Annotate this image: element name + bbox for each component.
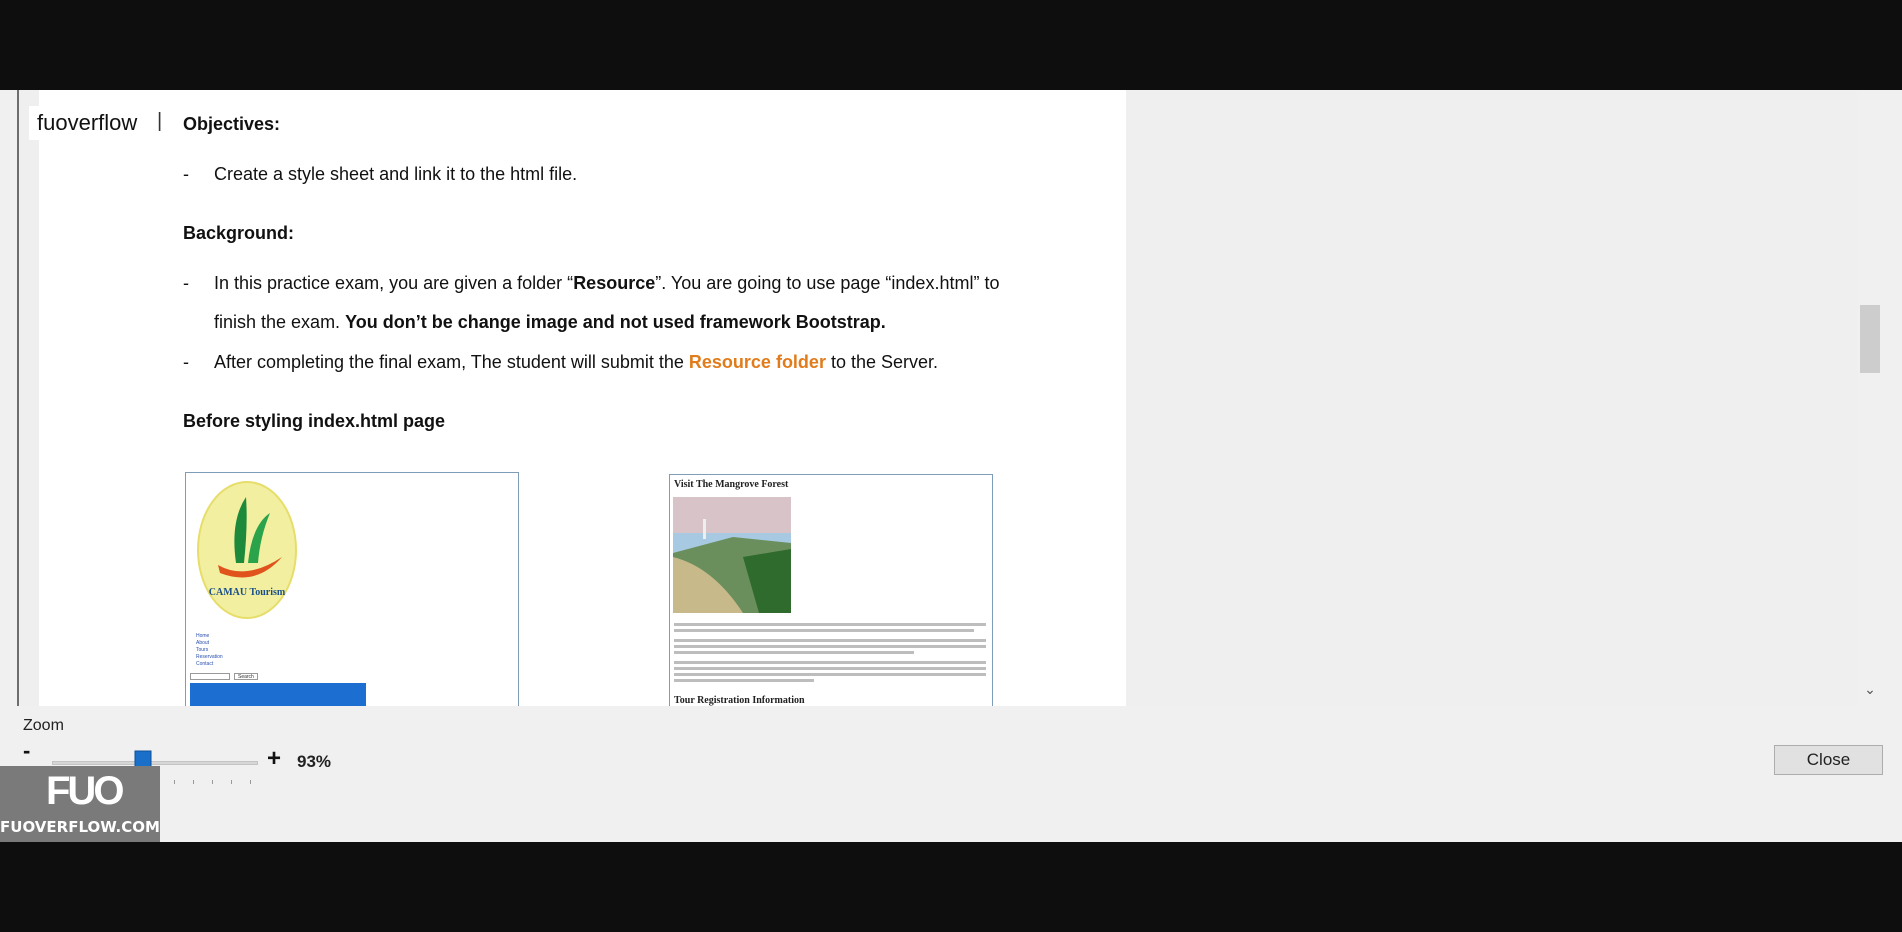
preview-paragraph-line: [674, 651, 914, 654]
zoom-in-button[interactable]: +: [267, 747, 281, 771]
preview-nav-item: Reservation: [196, 654, 223, 660]
text-span: ”. You are going to use page “index.html…: [655, 273, 1000, 293]
preview-title: Visit The Mangrove Forest: [674, 479, 789, 490]
objective-text: Create a style sheet and link it to the …: [214, 164, 578, 184]
letterbox-top: [0, 0, 1902, 90]
list-dash: -: [183, 164, 189, 184]
zoom-value: 93%: [297, 752, 332, 771]
zoom-tick: [174, 780, 175, 784]
preview-subtitle: Tour Registration Information: [674, 695, 805, 706]
bootstrap-warning: You don’t be change image and not used f…: [345, 312, 886, 332]
zoom-tick: [212, 780, 213, 784]
preview-paragraph-line: [674, 639, 986, 642]
preview-paragraph-line: [674, 645, 986, 648]
camau-tourism-logo: CAMAU Tourism: [197, 481, 297, 619]
letterbox-bottom: [0, 842, 1902, 932]
logo-caption: CAMAU Tourism: [209, 587, 286, 598]
scroll-down-icon[interactable]: ⌄: [1861, 680, 1879, 698]
fuo-site: FUOVERFLOW.COM: [0, 818, 160, 836]
objectives-heading: Objectives:: [183, 114, 281, 134]
preview-paragraph-line: [674, 623, 986, 626]
preview-paragraph-line: [674, 679, 814, 682]
vertical-scrollbar[interactable]: ⌄: [1857, 90, 1882, 706]
zoom-out-button[interactable]: -: [23, 738, 30, 764]
preview-paragraph-line: [674, 667, 986, 670]
background-item-1-text: In this practice exam, you are given a f…: [214, 273, 999, 294]
zoom-tick: [193, 780, 194, 784]
zoom-label: Zoom: [23, 717, 64, 734]
preview-paragraph-line: [674, 629, 974, 632]
list-dash: -: [183, 352, 189, 372]
preview-paragraph-line: [674, 673, 986, 676]
preview-index-left: CAMAU Tourism Home About Tours Reservati…: [185, 472, 519, 706]
watermark-separator: |: [157, 110, 163, 132]
document-page: Objectives: - Create a style sheet and l…: [39, 90, 1126, 706]
list-dash: -: [183, 273, 189, 293]
before-styling-heading: Before styling index.html page: [183, 411, 446, 431]
text-span: In this practice exam, you are given a f…: [214, 273, 574, 293]
preview-nav-item: About: [196, 640, 210, 646]
exam-viewer-window: Objectives: - Create a style sheet and l…: [0, 90, 1902, 842]
watermark-brand: fuoverflow: [29, 106, 146, 140]
resource-folder-highlight: Resource folder: [688, 352, 826, 372]
zoom-tick: [250, 780, 251, 784]
preview-paragraph-line: [674, 661, 986, 664]
zoom-tick: [231, 780, 232, 784]
fuoverflow-logo: FUO FUOVERFLOW.COM: [0, 766, 160, 842]
preview-index-right: Visit The Mangrove Forest Tour Registrat…: [669, 474, 993, 706]
background-item-2-text: After completing the final exam, The stu…: [214, 352, 938, 373]
preview-nav-item: Tours: [196, 647, 209, 653]
preview-search-input: [190, 673, 230, 680]
preview-nav-item: Home: [196, 633, 210, 639]
mangrove-photo: [673, 497, 791, 613]
preview-nav: Home About Tours Reservation Contact: [196, 633, 223, 668]
resource-bold: Resource: [573, 273, 656, 293]
text-span: finish the exam.: [214, 312, 346, 332]
preview-search-button: Search: [234, 673, 258, 680]
text-span: to the Server.: [825, 352, 939, 372]
zoom-slider-track[interactable]: [52, 761, 258, 765]
preview-nav-item: Contact: [196, 661, 214, 667]
scrollbar-thumb[interactable]: [1860, 305, 1880, 373]
background-heading: Background:: [183, 223, 295, 243]
background-item-1-line-2-text: finish the exam. You don’t be change ima…: [214, 312, 886, 333]
close-button[interactable]: Close: [1774, 745, 1883, 775]
document-viewer[interactable]: Objectives: - Create a style sheet and l…: [19, 90, 1862, 706]
fuo-mark: FUO: [46, 769, 124, 813]
text-span: After completing the final exam, The stu…: [214, 352, 689, 372]
preview-banner-image: [190, 683, 366, 706]
